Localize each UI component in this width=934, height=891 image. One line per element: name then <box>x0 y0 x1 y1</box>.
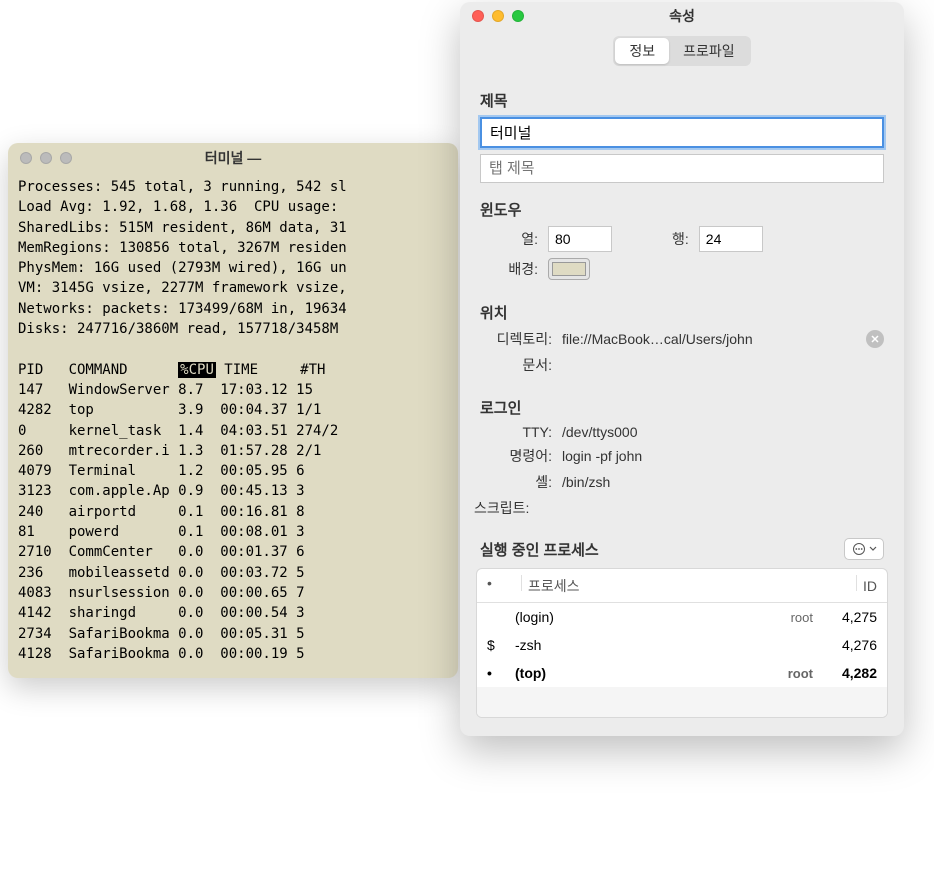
close-button[interactable] <box>472 10 484 22</box>
cmd-label: 명령어: <box>480 446 552 466</box>
terminal-titlebar[interactable]: 터미널 — <box>8 143 458 173</box>
tab-bar: 정보 프로파일 <box>460 30 904 78</box>
process-table: • 프로세스 ID (login)root4,275$-zsh4,276•(to… <box>476 568 888 718</box>
tab-info[interactable]: 정보 <box>615 38 669 64</box>
section-label-login: 로그인 <box>480 397 884 418</box>
ellipsis-circle-icon <box>852 542 866 556</box>
process-table-header: • 프로세스 ID <box>477 569 887 603</box>
shell-value: /bin/zsh <box>562 474 610 490</box>
inspector-window: 속성 정보 프로파일 제목 윈도우 열: 행: 배경: 위치 디렉토리: <box>460 2 904 736</box>
tty-value: /dev/ttys000 <box>562 424 638 440</box>
bg-label: 배경: <box>480 259 538 279</box>
dir-label: 디렉토리: <box>480 329 552 349</box>
tab-title-input[interactable] <box>480 154 884 183</box>
window-title-input[interactable] <box>480 117 884 148</box>
terminal-window: 터미널 — Processes: 545 total, 3 running, 5… <box>8 143 458 678</box>
section-location: 위치 디렉토리: file://MacBook…cal/Users/john 문… <box>460 290 904 385</box>
process-table-footer <box>477 687 887 717</box>
process-row[interactable]: •(top)root4,282 <box>477 659 887 687</box>
rows-label: 행: <box>672 229 689 249</box>
inspector-title: 속성 <box>460 6 904 26</box>
section-label-title: 제목 <box>480 90 884 111</box>
cols-input[interactable] <box>548 226 612 252</box>
section-label-location: 위치 <box>480 302 884 323</box>
doc-label: 문서: <box>480 355 552 375</box>
more-options-button[interactable] <box>844 538 884 560</box>
zoom-button[interactable] <box>60 152 72 164</box>
script-label: 스크립트: <box>474 498 546 518</box>
inspector-traffic-lights <box>472 10 524 22</box>
minimize-button[interactable] <box>492 10 504 22</box>
dir-value: file://MacBook…cal/Users/john <box>562 331 856 347</box>
terminal-traffic-lights <box>20 152 72 164</box>
cmd-value: login -pf john <box>562 448 642 464</box>
x-icon <box>870 334 880 344</box>
terminal-output[interactable]: Processes: 545 total, 3 running, 542 sl … <box>8 173 458 678</box>
col-id[interactable]: ID <box>863 578 877 594</box>
section-window: 윈도우 열: 행: 배경: <box>460 187 904 290</box>
clear-directory-button[interactable] <box>866 330 884 348</box>
minimize-button[interactable] <box>40 152 52 164</box>
section-login: 로그인 TTY: /dev/ttys000 명령어: login -pf joh… <box>460 385 904 528</box>
section-title: 제목 <box>460 78 904 187</box>
section-processes-header: 실행 중인 프로세스 <box>460 538 904 560</box>
tab-profile[interactable]: 프로파일 <box>669 38 749 64</box>
process-row[interactable]: (login)root4,275 <box>477 603 887 631</box>
segmented-control: 정보 프로파일 <box>613 36 750 66</box>
section-label-processes: 실행 중인 프로세스 <box>480 539 599 560</box>
inspector-titlebar[interactable]: 속성 <box>460 2 904 30</box>
process-row[interactable]: $-zsh4,276 <box>477 631 887 659</box>
section-label-window: 윈도우 <box>480 199 884 220</box>
col-process[interactable]: 프로세스 <box>528 578 580 594</box>
chevron-down-icon <box>869 545 877 553</box>
cols-label: 열: <box>480 229 538 249</box>
shell-label: 셸: <box>480 472 552 492</box>
rows-input[interactable] <box>699 226 763 252</box>
bg-color-well[interactable] <box>548 258 590 280</box>
zoom-button[interactable] <box>512 10 524 22</box>
tty-label: TTY: <box>480 424 552 440</box>
terminal-title: 터미널 — <box>18 148 448 168</box>
close-button[interactable] <box>20 152 32 164</box>
